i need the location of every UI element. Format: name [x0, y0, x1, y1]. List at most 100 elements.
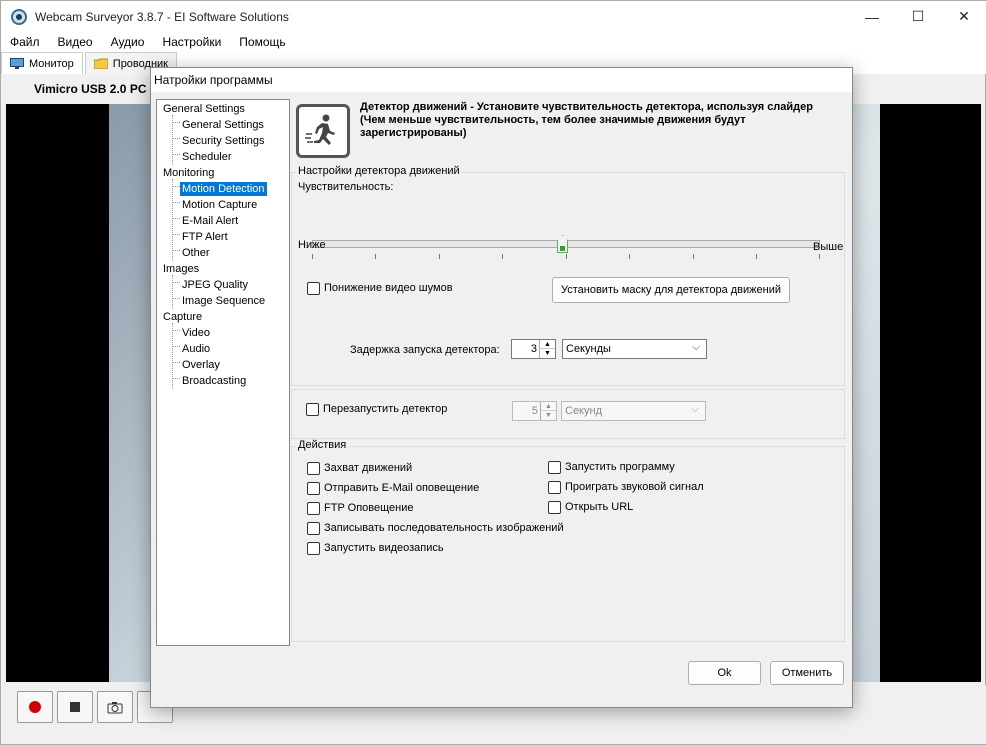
tree-overlay[interactable]: Overlay — [182, 358, 220, 372]
tree-motion-capture[interactable]: Motion Capture — [182, 198, 257, 212]
tree-jpeg-quality[interactable]: JPEG Quality — [182, 278, 248, 292]
set-mask-button[interactable]: Установить маску для детектора движений — [552, 277, 790, 303]
menu-file[interactable]: Файл — [1, 32, 49, 52]
start-recording-checkbox[interactable] — [307, 542, 320, 555]
delay-unit-value: Секунды — [566, 343, 611, 355]
play-sound-checkbox[interactable] — [548, 481, 561, 494]
restart-unit-select[interactable]: Секунд ⌵ — [561, 401, 706, 421]
spin-up-icon[interactable]: ▲ — [540, 340, 555, 349]
dialog-title-bar: Натройки программы — [151, 68, 852, 92]
run-program-label: Запустить программу — [565, 461, 675, 473]
email-alert-checkbox[interactable] — [307, 482, 320, 495]
menu-video[interactable]: Видео — [49, 32, 102, 52]
slider-tick — [375, 254, 376, 259]
tree-ftp-alert[interactable]: FTP Alert — [182, 230, 228, 244]
tree-images[interactable]: Images — [163, 262, 199, 276]
slider-tick — [819, 254, 820, 259]
tree-general-settings[interactable]: General Settings — [182, 118, 264, 132]
slider-tick — [629, 254, 630, 259]
settings-tree: General Settings General Settings Securi… — [156, 99, 290, 646]
chevron-down-icon: ⌵ — [691, 404, 699, 415]
noise-reduction-checkbox[interactable] — [307, 282, 320, 295]
slider-tick — [566, 254, 567, 259]
tree-audio[interactable]: Audio — [182, 342, 210, 356]
sensitivity-low-label: Ниже — [298, 239, 326, 251]
actions-group-label: Действия — [296, 439, 349, 451]
stop-icon — [70, 702, 80, 712]
slider-tick — [756, 254, 757, 259]
email-alert-label: Отправить E-Mail оповещение — [324, 482, 480, 494]
open-url-checkbox[interactable] — [548, 501, 561, 514]
start-recording-label: Запустить видеозапись — [324, 542, 444, 554]
tree-security-settings[interactable]: Security Settings — [182, 134, 265, 148]
cancel-button[interactable]: Отменить — [770, 661, 844, 685]
ftp-alert-label: FTP Оповещение — [324, 502, 414, 514]
slider-tick — [312, 254, 313, 259]
restart-value: 5 — [531, 405, 538, 417]
slider-tick — [693, 254, 694, 259]
maximize-button[interactable]: ☐ — [895, 1, 941, 32]
title-bar: Webcam Surveyor 3.8.7 - EI Software Solu… — [1, 1, 986, 32]
restart-detector-checkbox[interactable] — [306, 403, 319, 416]
tree-other[interactable]: Other — [182, 246, 210, 260]
image-sequence-checkbox[interactable] — [307, 522, 320, 535]
tree-capture[interactable]: Capture — [163, 310, 202, 324]
motion-capture-checkbox[interactable] — [307, 462, 320, 475]
image-sequence-label: Записывать последовательность изображени… — [324, 522, 564, 534]
record-icon — [29, 701, 41, 713]
motion-capture-label: Захват движений — [324, 462, 413, 474]
spin-up-icon[interactable]: ▲ — [541, 402, 556, 411]
chevron-down-icon: ⌵ — [692, 342, 700, 353]
run-program-checkbox[interactable] — [548, 461, 561, 474]
tab-monitor-label: Монитор — [29, 57, 74, 70]
tree-broadcasting[interactable]: Broadcasting — [182, 374, 246, 388]
stop-button[interactable] — [57, 691, 93, 723]
folder-icon — [93, 58, 108, 69]
settings-panel: Детектор движений - Установите чувствите… — [291, 99, 847, 646]
tree-motion-detection[interactable]: Motion Detection — [180, 182, 267, 196]
spin-down-icon[interactable]: ▼ — [541, 411, 556, 420]
sensitivity-high-label: Выше — [813, 241, 844, 253]
tree-general[interactable]: General Settings — [163, 102, 245, 116]
delay-unit-select[interactable]: Секунды ⌵ — [562, 339, 707, 359]
open-url-label: Открыть URL — [565, 501, 634, 513]
spin-down-icon[interactable]: ▼ — [540, 349, 555, 358]
tree-monitoring[interactable]: Monitoring — [163, 166, 214, 180]
status-bar — [1, 732, 986, 744]
motion-detector-icon — [296, 104, 350, 158]
webcam-app-icon — [11, 8, 27, 25]
tree-video[interactable]: Video — [182, 326, 210, 340]
menu-bar: Файл Видео Аудио Настройки Помощь — [1, 32, 986, 52]
section-description: Детектор движений - Установите чувствите… — [360, 101, 813, 139]
settings-dialog: Натройки программы General Settings Gene… — [150, 67, 853, 708]
detector-group-label: Настройки детектора движений — [296, 165, 462, 177]
record-button[interactable] — [17, 691, 53, 723]
dialog-title: Натройки программы — [154, 73, 273, 87]
restart-unit-value: Секунд — [565, 405, 602, 417]
monitor-icon — [10, 58, 24, 69]
slider-tick — [502, 254, 503, 259]
menu-help[interactable]: Помощь — [230, 32, 294, 52]
window-title: Webcam Surveyor 3.8.7 - EI Software Solu… — [35, 9, 289, 24]
sensitivity-label: Чувствительность: — [298, 181, 394, 193]
delay-value: 3 — [530, 343, 537, 355]
close-button[interactable]: ✕ — [941, 1, 986, 32]
tree-image-sequence[interactable]: Image Sequence — [182, 294, 265, 308]
slider-tick — [439, 254, 440, 259]
restart-spinner[interactable]: 5 ▲ ▼ — [512, 401, 557, 421]
snapshot-button[interactable] — [97, 691, 133, 723]
tree-scheduler[interactable]: Scheduler — [182, 150, 232, 164]
ftp-alert-checkbox[interactable] — [307, 502, 320, 515]
ok-button[interactable]: Ok — [688, 661, 761, 685]
minimize-button[interactable]: — — [849, 1, 895, 32]
menu-audio[interactable]: Аудио — [102, 32, 154, 52]
camera-label: Vimicro USB 2.0 PC — [34, 82, 147, 96]
tab-monitor[interactable]: Монитор — [1, 52, 83, 74]
delay-label: Задержка запуска детектора: — [350, 344, 500, 356]
tree-email-alert[interactable]: E-Mail Alert — [182, 214, 238, 228]
noise-reduction-label: Понижение видео шумов — [324, 282, 453, 294]
menu-settings[interactable]: Настройки — [153, 32, 230, 52]
delay-spinner[interactable]: 3 ▲ ▼ — [511, 339, 556, 359]
camera-icon — [107, 701, 123, 713]
restart-detector-label: Перезапустить детектор — [323, 403, 448, 415]
